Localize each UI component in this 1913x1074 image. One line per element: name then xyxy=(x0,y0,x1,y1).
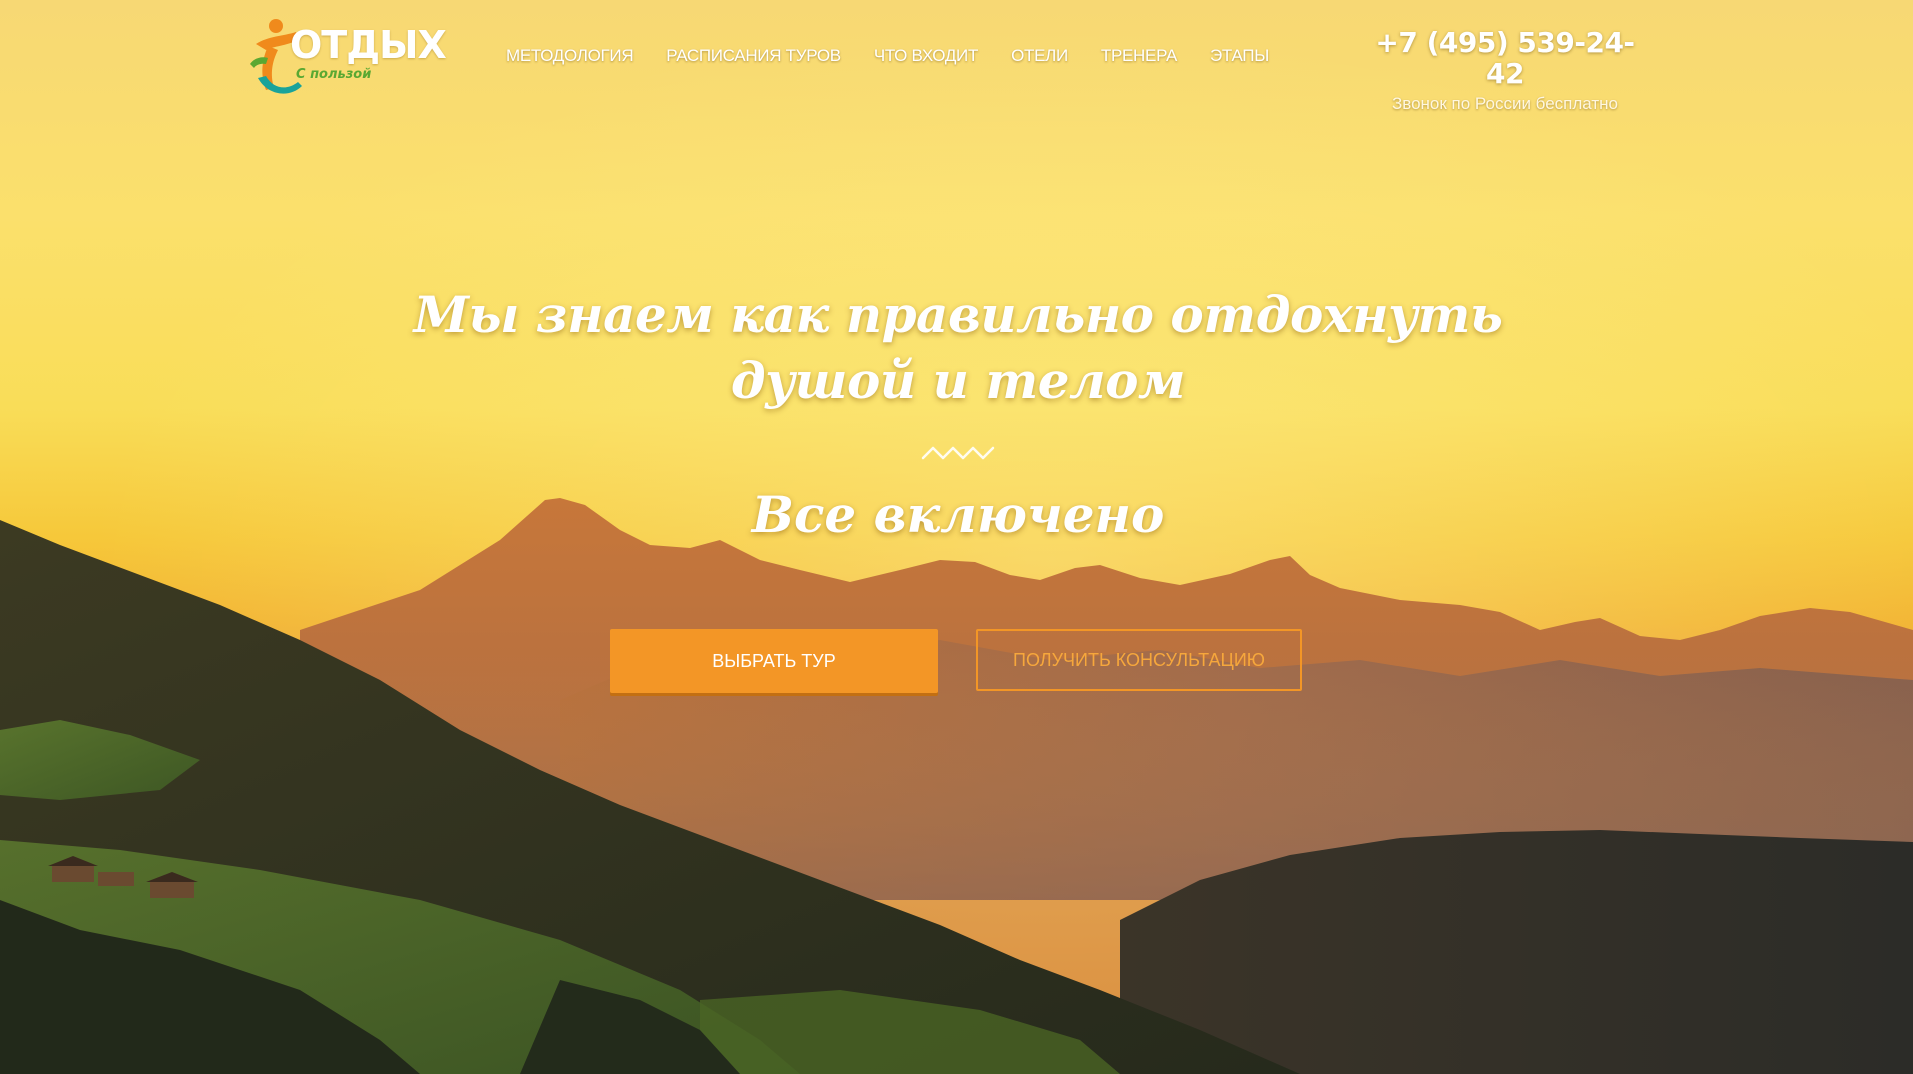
choose-tour-button[interactable]: ВЫБРАТЬ ТУР xyxy=(610,629,938,693)
nav-item-methodology[interactable]: МЕТОДОЛОГИЯ xyxy=(506,46,634,66)
logo-wordmark: ОТДЫХ xyxy=(290,23,447,67)
nav-item-hotels[interactable]: ОТЕЛИ xyxy=(1011,46,1068,66)
zigzag-divider-icon xyxy=(921,446,995,460)
hero-section: ОТДЫХ С пользой МЕТОДОЛОГИЯ РАСПИСАНИЯ Т… xyxy=(0,0,1913,1074)
logo[interactable]: ОТДЫХ С пользой xyxy=(244,16,447,100)
contact-block: +7 (495) 539-24-42 Звонок по России бесп… xyxy=(1366,27,1644,114)
get-consultation-button[interactable]: ПОЛУЧИТЬ КОНСУЛЬТАЦИЮ xyxy=(976,629,1302,691)
nav-item-stages[interactable]: ЭТАПЫ xyxy=(1210,46,1269,66)
nav-item-whats-included[interactable]: ЧТО ВХОДИТ xyxy=(874,46,979,66)
phone-number[interactable]: +7 (495) 539-24-42 xyxy=(1366,27,1644,90)
nav-item-trainers[interactable]: ТРЕНЕРА xyxy=(1101,46,1177,66)
phone-note: Звонок по России бесплатно xyxy=(1391,93,1619,113)
logo-tagline: С пользой xyxy=(296,67,372,82)
main-nav: МЕТОДОЛОГИЯ РАСПИСАНИЯ ТУРОВ ЧТО ВХОДИТ … xyxy=(506,46,1269,66)
hero-subheadline: Все включено xyxy=(751,485,1165,544)
hero-headline: Мы знаем как правильно отдохнуть душой и… xyxy=(413,285,1503,410)
nav-item-tour-schedule[interactable]: РАСПИСАНИЯ ТУРОВ xyxy=(666,46,841,66)
